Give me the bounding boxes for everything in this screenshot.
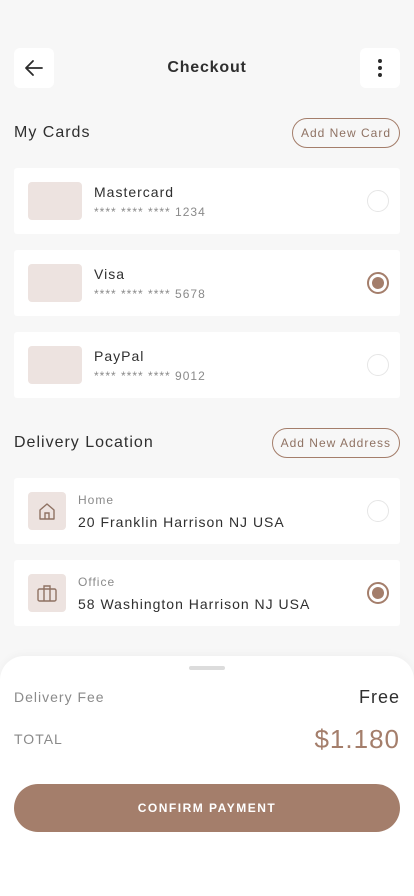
arrow-left-icon: [25, 60, 43, 76]
cards-section-title: My Cards: [14, 124, 91, 141]
address-radio-home[interactable]: [367, 500, 389, 522]
address-label: Office: [78, 574, 116, 589]
address-item-office[interactable]: Office 58 Washington Harrison NJ USA: [14, 560, 400, 626]
address-text: 20 Franklin Harrison NJ USA: [78, 513, 285, 530]
radio-selected-dot: [372, 587, 384, 599]
back-button[interactable]: [14, 48, 54, 88]
address-label: Home: [78, 492, 115, 507]
cards-section-header: My Cards Add New Card: [14, 118, 400, 148]
card-number: **** **** **** 9012: [94, 368, 206, 383]
radio-selected-dot: [372, 277, 384, 289]
card-thumbnail: [28, 346, 82, 384]
delivery-section-title: Delivery Location: [14, 434, 154, 451]
total-value: $1.180: [314, 723, 400, 754]
add-new-address-button[interactable]: Add New Address: [271, 428, 400, 458]
address-icon-box: [28, 574, 66, 612]
header: Checkout: [14, 48, 400, 88]
sheet-drag-handle[interactable]: [189, 666, 225, 670]
delivery-fee-row: Delivery Fee Free: [14, 686, 400, 708]
address-icon-box: [28, 492, 66, 530]
home-icon: [39, 503, 55, 520]
confirm-payment-button[interactable]: CONFIRM PAYMENT: [14, 784, 400, 832]
checkout-summary-sheet: Delivery Fee Free TOTAL $1.180 CONFIRM P…: [0, 656, 414, 896]
card-thumbnail: [28, 264, 82, 302]
card-number: **** **** **** 1234: [94, 204, 206, 219]
card-item-mastercard[interactable]: Mastercard **** **** **** 1234: [14, 168, 400, 234]
total-label: TOTAL: [14, 731, 63, 747]
card-radio-mastercard[interactable]: [367, 190, 389, 212]
more-button[interactable]: [360, 48, 400, 88]
card-name: PayPal: [94, 347, 145, 364]
briefcase-icon: [37, 585, 57, 602]
card-name: Visa: [94, 265, 125, 282]
address-item-home[interactable]: Home 20 Franklin Harrison NJ USA: [14, 478, 400, 544]
add-new-card-button[interactable]: Add New Card: [291, 118, 400, 148]
card-radio-visa[interactable]: [367, 272, 389, 294]
address-text: 58 Washington Harrison NJ USA: [78, 595, 311, 612]
card-item-paypal[interactable]: PayPal **** **** **** 9012: [14, 332, 400, 398]
address-radio-office[interactable]: [367, 582, 389, 604]
more-vertical-icon: [378, 59, 382, 77]
card-number: **** **** **** 5678: [94, 286, 206, 301]
total-row: TOTAL $1.180: [14, 724, 400, 754]
page-title: Checkout: [167, 59, 247, 76]
delivery-fee-label: Delivery Fee: [14, 689, 105, 705]
card-thumbnail: [28, 182, 82, 220]
card-radio-paypal[interactable]: [367, 354, 389, 376]
delivery-fee-value: Free: [358, 686, 400, 707]
delivery-section-header: Delivery Location Add New Address: [14, 428, 400, 458]
card-item-visa[interactable]: Visa **** **** **** 5678: [14, 250, 400, 316]
card-name: Mastercard: [94, 183, 175, 200]
